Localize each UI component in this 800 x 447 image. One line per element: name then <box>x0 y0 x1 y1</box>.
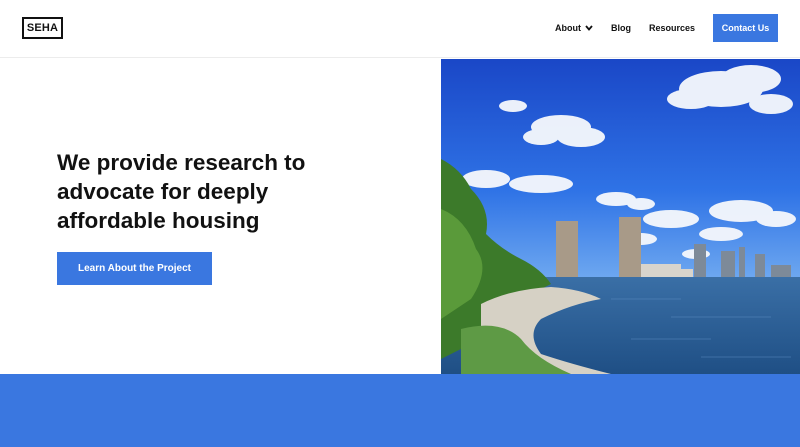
nav-item-about[interactable]: About <box>555 23 593 33</box>
chevron-down-icon <box>585 25 593 31</box>
hero-photo-waterfront <box>441 59 800 374</box>
nav-resources-label: Resources <box>648 23 695 33</box>
nav-item-resources[interactable]: Resources <box>649 23 695 33</box>
nav-item-blog[interactable]: Blog <box>611 23 631 33</box>
blue-section <box>0 374 800 447</box>
nav-blog-label: Blog <box>610 23 631 33</box>
nav-about-label: About <box>554 23 581 33</box>
learn-about-project-button[interactable]: Learn About the Project <box>57 252 212 285</box>
main-nav: About Blog Resources Contact Us <box>555 14 778 42</box>
learn-about-project-label: Learn About the Project <box>78 263 191 274</box>
contact-us-label: Contact Us <box>721 23 770 33</box>
site-logo[interactable]: SEHA <box>22 17 63 39</box>
logo-text: SEHA <box>26 22 59 34</box>
site-header: SEHA About Blog Resources Contact Us <box>0 0 800 58</box>
hero-headline: We provide research to advocate for deep… <box>57 150 306 233</box>
contact-us-button[interactable]: Contact Us <box>713 14 778 42</box>
